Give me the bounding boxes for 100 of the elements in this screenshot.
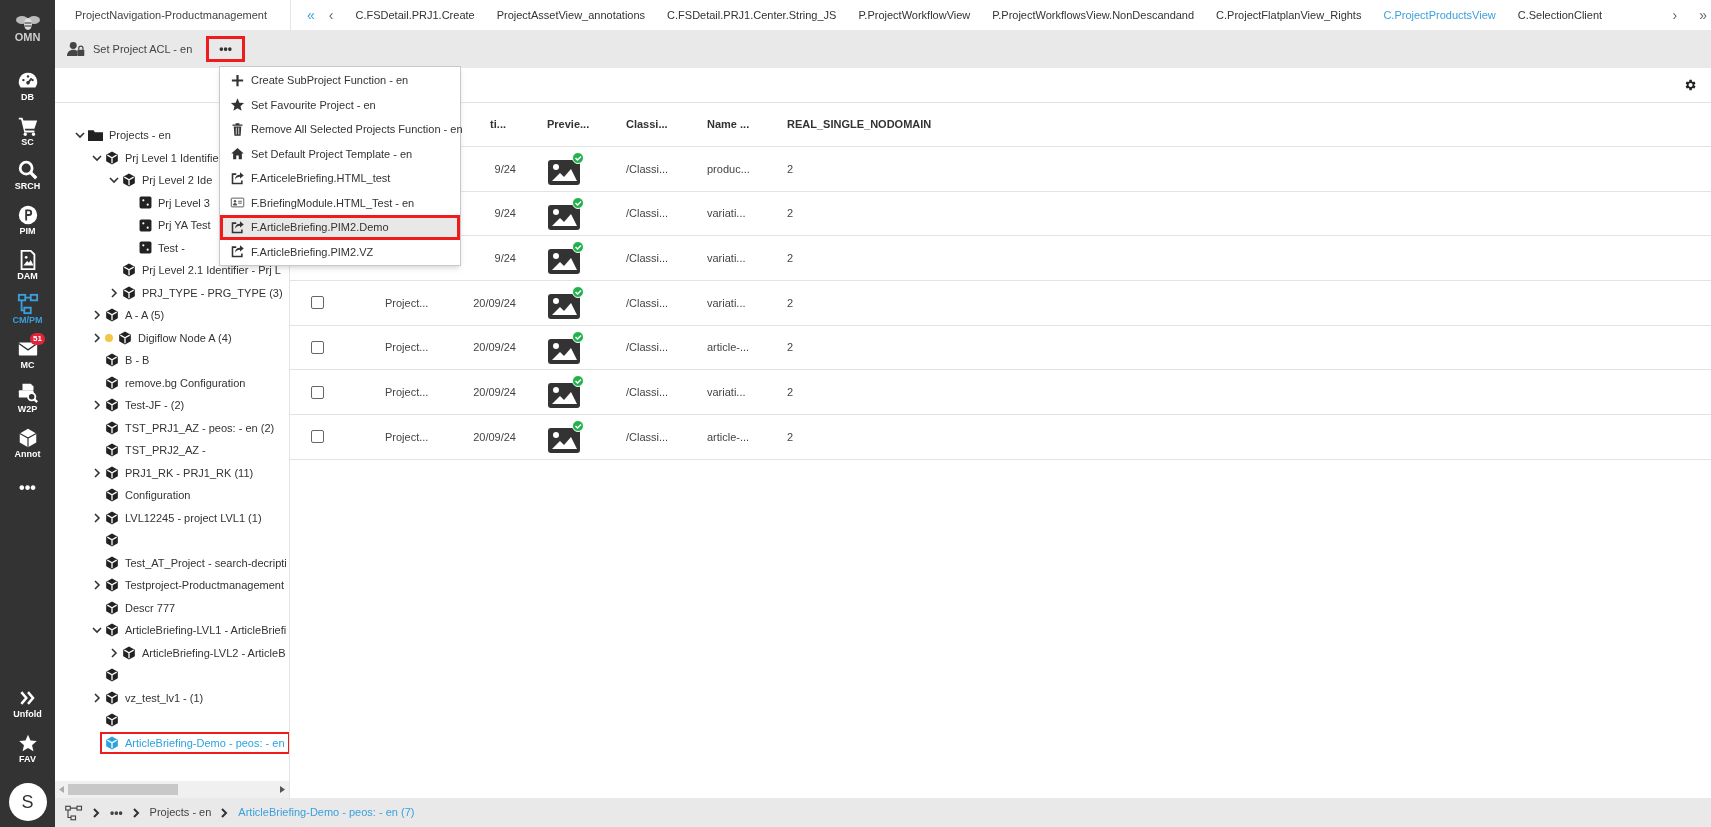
tab[interactable]: P.ProjectWorkflowView bbox=[858, 6, 971, 24]
expand-chevron-icon[interactable] bbox=[108, 647, 119, 658]
cube-icon bbox=[118, 330, 132, 345]
tree-item[interactable]: Projects - en bbox=[88, 124, 171, 147]
tree-item[interactable]: Prj YA Test bbox=[139, 214, 211, 237]
table-cell: Project... bbox=[385, 341, 429, 354]
sidebar-item[interactable]: PIM bbox=[0, 197, 55, 243]
horizontal-scrollbar[interactable] bbox=[55, 781, 289, 798]
sidebar-item[interactable]: MC 51 bbox=[0, 331, 55, 377]
collapse-chevron-icon[interactable] bbox=[74, 130, 85, 141]
menu-item[interactable]: Create SubProject Function - en bbox=[220, 68, 460, 93]
sidebar-item[interactable]: W2P bbox=[0, 376, 55, 421]
tree-item[interactable]: TST_PRJ1_AZ - peos: - en (2) bbox=[105, 416, 275, 439]
tree-item[interactable]: Configuration bbox=[105, 484, 191, 507]
tree-item[interactable]: PRJ1_RK - PRJ1_RK (11) bbox=[105, 461, 254, 484]
scroll-right-icon[interactable] bbox=[280, 786, 285, 793]
tree-item[interactable]: Descr 777 bbox=[105, 596, 176, 619]
expand-chevron-icon[interactable] bbox=[91, 512, 102, 523]
tab[interactable]: ProjectAssetView_annotations bbox=[496, 6, 646, 24]
tree-item-icon[interactable] bbox=[105, 713, 119, 728]
set-acl-button[interactable]: Set Project ACL - en bbox=[67, 40, 193, 58]
sidebar-item[interactable]: Annot bbox=[0, 420, 55, 466]
sidebar-item[interactable]: DB bbox=[0, 64, 55, 109]
expand-chevron-icon[interactable] bbox=[91, 310, 102, 321]
sidebar-item[interactable]: FAV bbox=[0, 726, 55, 771]
tree-item-icon[interactable] bbox=[105, 668, 119, 683]
expand-chevron-icon[interactable] bbox=[108, 287, 119, 298]
menu-item[interactable]: F.ArticleBriefing.PIM2.Demo bbox=[220, 215, 460, 240]
next-tab-button[interactable]: › bbox=[1672, 8, 1678, 22]
star-icon bbox=[17, 733, 38, 753]
menu-item[interactable]: Remove All Selected Projects Function - en bbox=[220, 117, 460, 142]
sidebar-item[interactable]: ••• bbox=[0, 465, 55, 510]
row-checkbox[interactable] bbox=[311, 385, 324, 399]
expand-chevron-icon[interactable] bbox=[91, 692, 102, 703]
tree-item[interactable]: TST_PRJ2_AZ - bbox=[105, 439, 206, 462]
tree-item[interactable]: A - A (5) bbox=[105, 304, 165, 327]
share-icon bbox=[230, 244, 245, 260]
table-cell: /Classi... bbox=[626, 207, 669, 220]
table-cell: /Classi... bbox=[626, 386, 669, 399]
tree-item[interactable]: B - B bbox=[105, 349, 150, 372]
tree-item[interactable]: Prj Level 2 Ide bbox=[122, 169, 213, 192]
tab[interactable]: C.FSDetail.PRJ1.Center.String_JS bbox=[667, 6, 837, 24]
row-checkbox[interactable] bbox=[311, 430, 324, 444]
cube-icon bbox=[105, 735, 119, 750]
sidebar-item[interactable]: Unfold bbox=[0, 681, 55, 726]
tree-item[interactable]: remove.bg Configuration bbox=[105, 371, 246, 394]
column-header[interactable]: REAL_SINGLE_NODOMAIN bbox=[787, 116, 932, 133]
cube-icon bbox=[122, 645, 136, 660]
tree-item[interactable]: Test_AT_Project - search-decripti bbox=[105, 551, 287, 574]
sidebar-item[interactable]: SC bbox=[0, 108, 55, 154]
folder-icon bbox=[88, 129, 103, 142]
column-header[interactable]: Classi... bbox=[626, 116, 668, 133]
more-button[interactable]: ••• bbox=[206, 36, 245, 62]
menu-item[interactable]: Set Default Project Template - en bbox=[220, 141, 460, 166]
collapse-chevron-icon[interactable] bbox=[91, 625, 102, 636]
expand-chevron-icon[interactable] bbox=[91, 400, 102, 411]
column-header[interactable]: ti... bbox=[466, 116, 506, 133]
tab[interactable]: C.FSDetail.PRJ1.Create bbox=[355, 6, 475, 24]
table-cell: article-... bbox=[707, 341, 750, 354]
previous-tab-button[interactable]: ‹ bbox=[328, 8, 334, 22]
trash-icon bbox=[230, 121, 245, 137]
sidebar-item[interactable]: DAM bbox=[0, 242, 55, 287]
tree-item[interactable]: Digiflow Node A (4) bbox=[118, 326, 232, 349]
user-avatar[interactable]: S bbox=[8, 783, 47, 821]
expand-chevron-icon[interactable] bbox=[91, 332, 102, 343]
last-tab-button[interactable]: » bbox=[1699, 8, 1707, 22]
tree-item[interactable]: Test - bbox=[139, 236, 185, 259]
settings-icon[interactable] bbox=[1683, 78, 1697, 92]
tree-item[interactable]: Test-JF - (2) bbox=[105, 394, 185, 417]
menu-item[interactable]: F.ArticeleBriefing.HTML_test bbox=[220, 166, 460, 191]
cube-icon bbox=[105, 690, 119, 705]
expand-chevron-icon[interactable] bbox=[91, 467, 102, 478]
hierarchy-icon[interactable] bbox=[65, 804, 83, 821]
tree-item[interactable]: ArticleBriefing-LVL2 - ArticleB bbox=[122, 641, 286, 664]
column-header[interactable]: Name ... bbox=[707, 116, 750, 133]
tree-item[interactable]: Prj Level 1 Identifie bbox=[105, 146, 219, 169]
tree-item[interactable]: LVL12245 - project LVL1 (1) bbox=[105, 506, 262, 529]
row-checkbox[interactable] bbox=[311, 296, 324, 310]
row-checkbox[interactable] bbox=[311, 341, 324, 355]
breadcrumb-link[interactable]: ••• bbox=[110, 803, 123, 822]
breadcrumb-link[interactable]: Projects - en bbox=[149, 804, 212, 821]
tree-item[interactable]: PRJ_TYPE - PRG_TYPE (3) bbox=[122, 281, 283, 304]
collapse-chevron-icon[interactable] bbox=[91, 152, 102, 163]
sidebar-item[interactable]: CM/PM bbox=[0, 286, 55, 332]
menu-item[interactable]: Set Favourite Project - en bbox=[220, 92, 460, 117]
column-header[interactable]: Previe... bbox=[547, 116, 590, 133]
tab[interactable]: C.ProjectFlatplanView_Rights bbox=[1216, 6, 1362, 24]
tab[interactable]: P.ProjectWorkflowsView.NonDescandand bbox=[992, 6, 1195, 24]
tree-item[interactable]: ArticleBriefing-LVL1 - ArticleBriefi bbox=[105, 619, 287, 642]
expand-chevron-icon[interactable] bbox=[91, 580, 102, 591]
tree-item[interactable]: Prj Level 3 bbox=[139, 191, 210, 214]
tab[interactable]: C.SelectionClient bbox=[1517, 6, 1603, 24]
tree-item[interactable]: vz_test_lv1 - (1) bbox=[105, 686, 204, 709]
sidebar-item[interactable]: SRCH bbox=[0, 153, 55, 198]
tree-item-icon[interactable] bbox=[105, 533, 119, 548]
table-cell: variati... bbox=[707, 251, 746, 264]
cube-icon bbox=[105, 488, 119, 503]
collapse-chevron-icon[interactable] bbox=[108, 175, 119, 186]
tree-item[interactable]: Testproject-Productmanagement bbox=[105, 574, 284, 597]
menu-item[interactable]: F.BriefingModule.HTML_Test - en bbox=[220, 190, 460, 215]
